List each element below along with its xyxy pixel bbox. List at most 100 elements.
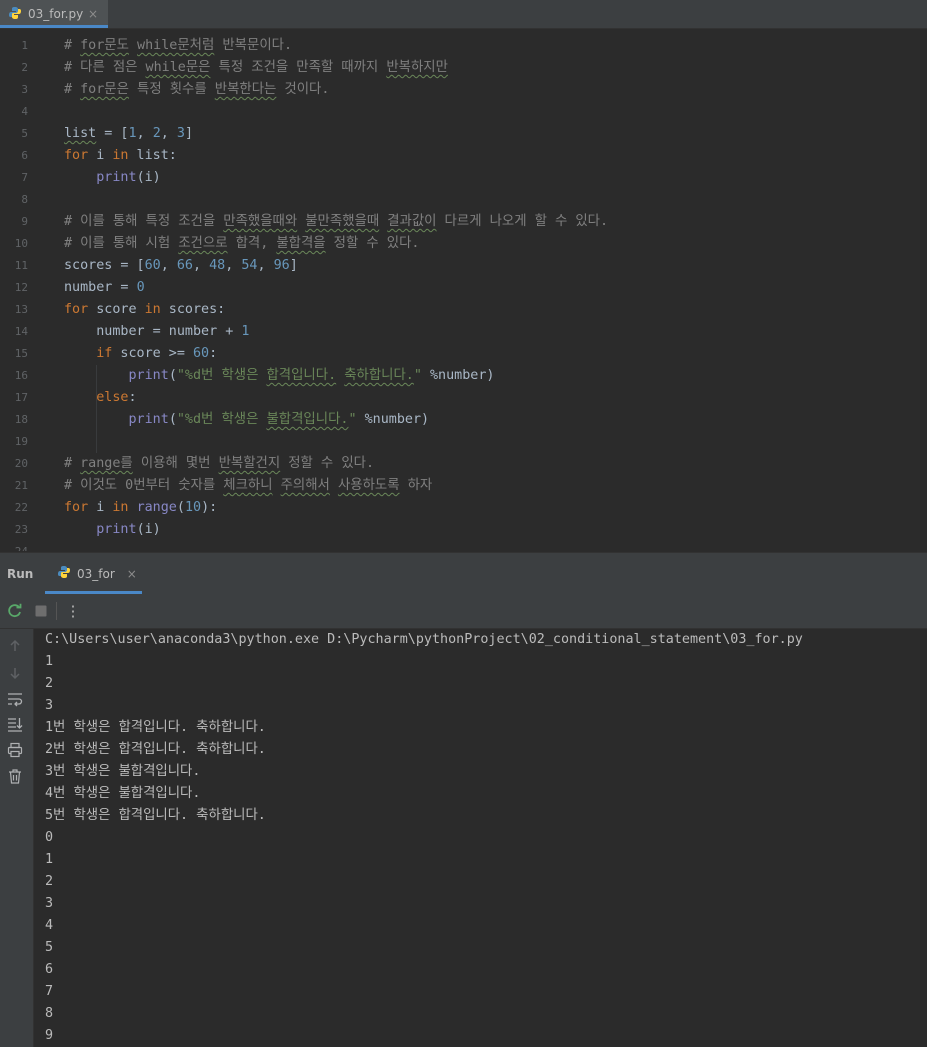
arrow-down-icon[interactable] [6, 664, 24, 682]
code-token: 반복하지만 [386, 60, 448, 75]
code-token: 반복문이다. [214, 38, 293, 53]
code-line[interactable]: print(i) [64, 167, 161, 189]
line-number: 18 [14, 413, 28, 426]
code-token: # [64, 38, 81, 53]
active-tab-indicator [0, 25, 108, 28]
line-number: 14 [14, 325, 28, 338]
code-token: # [64, 456, 81, 471]
code-token: 하자 [399, 478, 433, 493]
run-tool-window-header: Run 03_for × [0, 552, 927, 595]
scroll-to-end-icon[interactable] [6, 715, 24, 733]
console-output-line: 7 [45, 984, 54, 999]
soft-wrap-icon[interactable] [6, 690, 24, 708]
code-token: i [88, 148, 113, 163]
code-token: ] [184, 126, 193, 141]
code-token: 합격입니다. [266, 368, 337, 383]
code-line[interactable]: scores = [60, 66, 48, 54, 96] [64, 255, 298, 277]
code-token: , [193, 258, 210, 273]
close-run-tab-icon[interactable]: × [127, 567, 137, 581]
run-side-toolbar [0, 629, 34, 1047]
code-line[interactable]: print("%d번 학생은 불합격입니다." %number) [64, 409, 430, 431]
run-config-tab[interactable]: 03_for × [45, 553, 142, 594]
console-output-line: 3 [45, 698, 54, 713]
print-icon[interactable] [6, 741, 24, 759]
line-number: 15 [14, 347, 28, 360]
code-token: : [209, 346, 218, 361]
code-token: print [96, 522, 137, 537]
code-line[interactable]: for i in range(10): [64, 497, 217, 519]
code-token: "%d번 학생은 [176, 368, 267, 383]
code-token: , [257, 258, 274, 273]
line-number: 8 [21, 193, 28, 206]
line-number: 1 [21, 39, 28, 52]
line-number: 2 [21, 61, 28, 74]
run-console-output[interactable]: C:\Users\user\anaconda3\python.exe D:\Py… [34, 629, 927, 1047]
code-token: scores = [ [64, 258, 145, 273]
code-token: ): [201, 500, 218, 515]
code-token: " [348, 412, 357, 427]
code-token: %number) [421, 368, 495, 383]
code-token: scores: [160, 302, 226, 317]
indent-guide [96, 365, 98, 409]
close-tab-icon[interactable]: × [88, 7, 98, 21]
indent-guide [96, 409, 98, 453]
console-output-line: 4 [45, 918, 54, 933]
code-line[interactable]: # 이를 통해 특정 조건을 만족했을때와 불만족했을때 결과값이 다르게 나오… [64, 211, 608, 233]
code-token: else [96, 390, 129, 405]
arrow-up-icon[interactable] [6, 637, 24, 655]
console-output-line: 3 [45, 896, 54, 911]
code-line[interactable]: # for문은 특정 횟수를 반복한다는 것이다. [64, 79, 329, 101]
file-tab[interactable]: 03_for.py × [0, 0, 108, 28]
code-token: 사용하도록 [337, 478, 400, 493]
code-line[interactable]: for i in list: [64, 145, 177, 167]
code-token: , [160, 126, 177, 141]
code-line[interactable]: else: [64, 387, 136, 409]
code-token: 60 [193, 346, 210, 361]
console-output-line: 5번 학생은 합격입니다. 축하합니다. [45, 808, 266, 823]
code-line[interactable]: # for문도 while문처럼 반복문이다. [64, 35, 292, 57]
code-token: 3 [176, 126, 185, 141]
file-tab-label: 03_for.py [28, 7, 84, 21]
code-token: in [112, 500, 129, 515]
stop-icon[interactable] [32, 602, 50, 620]
code-token: 조건으로 [178, 236, 228, 251]
line-number: 3 [21, 83, 28, 96]
python-file-icon [8, 6, 22, 23]
run-toolbar: ⋮ [0, 594, 927, 629]
code-line[interactable]: number = number + 1 [64, 321, 249, 343]
code-line[interactable]: print("%d번 학생은 합격입니다. 축하합니다." %number) [64, 365, 495, 387]
code-token: 불합격입니다. [266, 412, 349, 427]
code-editor[interactable]: 123456789101112131415161718192021222324 … [0, 34, 927, 551]
code-line[interactable]: # 이를 통해 시험 조건으로 합격, 불합격을 정할 수 있다. [64, 233, 419, 255]
code-token: print [128, 412, 169, 427]
line-number: 11 [14, 259, 28, 272]
code-token: 96 [273, 258, 290, 273]
trash-icon[interactable] [6, 767, 24, 785]
code-line[interactable]: if score >= 60: [64, 343, 217, 365]
code-token: 불만족했을때 [305, 214, 380, 229]
code-line[interactable]: # 이것도 0번부터 숫자를 체크하니 주의해서 사용하도록 하자 [64, 475, 432, 497]
code-token: for문도 [80, 38, 129, 53]
console-output-line: 9 [45, 1028, 54, 1043]
code-token: , [136, 126, 153, 141]
code-token: 만족했을때와 [223, 214, 298, 229]
code-token: ( [176, 500, 185, 515]
console-output-line: 1 [45, 654, 54, 669]
code-line[interactable]: number = 0 [64, 277, 145, 299]
rerun-icon[interactable] [6, 602, 24, 620]
run-window-title: Run [7, 567, 34, 581]
code-line[interactable]: # 다른 점은 while문은 특정 조건을 만족할 때까지 반복하지만 [64, 57, 448, 79]
code-line[interactable]: # range를 이용해 몇번 반복할건지 정할 수 있다. [64, 453, 374, 475]
code-token: 정할 수 있다. [280, 456, 375, 471]
code-line[interactable]: print(i) [64, 519, 161, 541]
code-token: %number) [356, 412, 430, 427]
more-options-icon[interactable]: ⋮ [64, 602, 82, 620]
code-line[interactable]: list = [1, 2, 3] [64, 123, 193, 145]
code-token: " [413, 368, 422, 383]
code-token: 54 [241, 258, 258, 273]
code-token: 60 [144, 258, 161, 273]
code-line[interactable]: for score in scores: [64, 299, 225, 321]
code-token: 1 [128, 126, 137, 141]
